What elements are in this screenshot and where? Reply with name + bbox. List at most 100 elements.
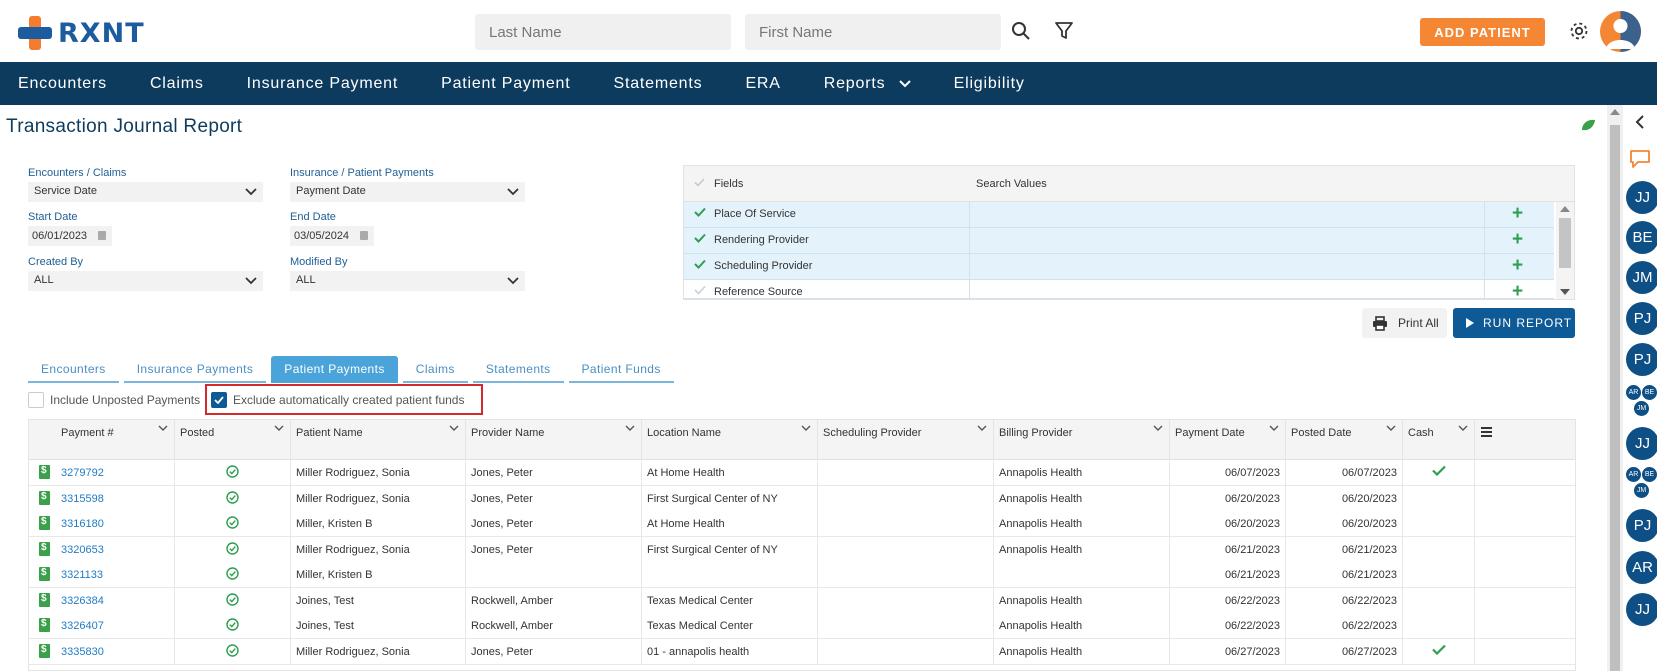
scroll-up-icon[interactable] [1610,109,1620,115]
first-name-input[interactable] [745,14,1001,50]
tab-patient-payments[interactable]: Patient Payments [271,356,398,383]
col-header-scheduling-provider[interactable]: Scheduling Provider [817,420,993,460]
last-name-input[interactable] [475,14,731,50]
start-date-field[interactable]: 06/01/2023 [28,226,112,246]
user-initials-avatar[interactable]: JJ [1626,181,1657,214]
nav-patient-payment[interactable]: Patient Payment [441,75,570,93]
table-row[interactable]: 3335830 Miller Rodriguez, SoniaJones, Pet… [29,638,1575,665]
receipt-icon[interactable] [39,643,50,658]
user-initials-avatar[interactable]: JJ [1626,427,1657,460]
search-icon[interactable] [1010,20,1032,42]
user-initials-avatar[interactable]: AR [1626,551,1657,584]
calendar-icon[interactable] [98,231,106,240]
col-header-cash[interactable]: Cash [1402,420,1474,460]
chevron-down-icon[interactable] [274,424,284,432]
chevron-down-icon[interactable] [977,424,987,432]
add-icon[interactable]: + [1512,203,1523,225]
tab-insurance-payments[interactable]: Insurance Payments [123,356,267,383]
nav-statements[interactable]: Statements [614,75,703,93]
col-header-payment-date[interactable]: Payment Date [1169,420,1285,460]
check-icon[interactable] [694,178,705,187]
table-row[interactable]: 3326407 Joines, TestRockwell, AmberTexas … [29,613,1575,639]
receipt-icon[interactable] [39,465,50,479]
mini-initials-avatar[interactable]: JM [1634,401,1649,416]
user-initials-avatar[interactable]: BE [1626,221,1657,254]
col-header-provider-name[interactable]: Provider Name [465,420,641,460]
scroll-thumb[interactable] [1559,218,1571,268]
table-row[interactable]: 3315598 Miller Rodriguez, SoniaJones, Pet… [29,485,1575,512]
payment-number-link[interactable]: 3316180 [61,518,104,530]
field-row[interactable]: Place Of Service + [684,202,1554,228]
end-date-field[interactable]: 03/05/2024 [290,226,374,246]
payment-number-link[interactable]: 3320653 [61,544,104,556]
chevron-down-icon[interactable] [158,424,168,432]
table-row[interactable]: 3320653 Miller Rodriguez, SoniaJones, Pet… [29,536,1575,563]
receipt-icon[interactable] [39,592,50,607]
col-header-patient-name[interactable]: Patient Name [290,420,465,460]
chevron-down-icon[interactable] [449,424,459,432]
user-initials-avatar[interactable]: PJ [1626,302,1657,335]
receipt-icon[interactable] [39,541,50,556]
payment-number-link[interactable]: 3326407 [61,620,104,632]
tab-encounters[interactable]: Encounters [28,356,119,383]
field-row[interactable]: Rendering Provider + [684,228,1554,254]
include-unposted-option[interactable]: Include Unposted Payments [28,392,200,408]
nav-era[interactable]: ERA [745,75,780,93]
receipt-icon[interactable] [39,618,50,632]
nav-reports[interactable]: Reports [824,75,911,93]
field-row[interactable]: Scheduling Provider + [684,254,1554,280]
table-row[interactable]: 3279792 Miller Rodriguez, SoniaJones, Pet… [29,460,1575,486]
encounters-claims-select[interactable]: Service Date [28,182,263,202]
calendar-icon[interactable] [360,231,368,240]
rxnt-logo[interactable]: RXNT [18,16,145,50]
col-header-payment-number[interactable]: Payment # [29,420,174,460]
mini-initials-avatar[interactable]: JM [1634,483,1649,498]
gear-icon[interactable] [1568,20,1590,42]
add-icon[interactable]: + [1512,281,1523,298]
mini-initials-avatar[interactable]: AR [1626,385,1641,400]
tab-patient-funds[interactable]: Patient Funds [568,356,674,383]
modified-by-select[interactable]: ALL [290,271,525,291]
chevron-down-icon[interactable] [1269,424,1279,432]
run-report-button[interactable]: RUN REPORT [1453,308,1575,338]
user-initials-avatar[interactable]: PJ [1626,343,1657,376]
chevron-down-icon[interactable] [801,424,811,432]
table-row[interactable]: 3316180 Miller, Kristen BJones, PeterAt H… [29,511,1575,537]
field-row[interactable]: Reference Source + [684,280,1554,299]
scroll-up-icon[interactable] [1560,205,1570,213]
chevron-left-icon[interactable] [1635,115,1645,129]
col-header-location-name[interactable]: Location Name [641,420,817,460]
payment-number-link[interactable]: 3321133 [61,569,103,581]
filter-icon[interactable] [1053,20,1075,42]
mini-initials-avatar[interactable]: AR [1626,467,1641,482]
fields-scrollbar[interactable] [1556,202,1574,299]
receipt-icon[interactable] [39,490,50,505]
chevron-down-icon[interactable] [625,424,635,432]
created-by-select[interactable]: ALL [28,271,263,291]
col-header-billing-provider[interactable]: Billing Provider [993,420,1169,460]
user-initials-avatar[interactable]: JM [1626,261,1657,294]
nav-insurance-payment[interactable]: Insurance Payment [247,75,398,93]
chevron-down-icon[interactable] [1386,424,1396,432]
chevron-down-icon[interactable] [1153,424,1163,432]
tab-statements[interactable]: Statements [472,356,564,383]
add-icon[interactable]: + [1512,229,1523,251]
payments-select[interactable]: Payment Date [290,182,525,202]
column-menu[interactable] [1474,420,1498,460]
payment-number-link[interactable]: 3326384 [61,595,104,607]
user-initials-avatar[interactable]: PJ [1626,509,1657,542]
table-row[interactable]: 3326384 Joines, TestRockwell, AmberTexas … [29,587,1575,614]
chevron-down-icon[interactable] [1458,424,1468,432]
chat-icon[interactable] [1629,149,1651,169]
add-patient-button[interactable]: ADD PATIENT [1420,18,1545,46]
mini-initials-avatar[interactable]: BE [1642,385,1657,400]
payment-number-link[interactable]: 3279792 [61,467,104,479]
page-scrollbar[interactable] [1607,105,1623,671]
mini-initials-avatar[interactable]: BE [1642,467,1657,482]
payment-number-link[interactable]: 3335830 [61,646,104,658]
receipt-icon[interactable] [39,516,50,530]
scroll-thumb[interactable] [1610,125,1620,671]
receipt-icon[interactable] [39,567,50,581]
tab-claims[interactable]: Claims [402,356,468,383]
user-initials-avatar[interactable]: JJ [1626,593,1657,626]
